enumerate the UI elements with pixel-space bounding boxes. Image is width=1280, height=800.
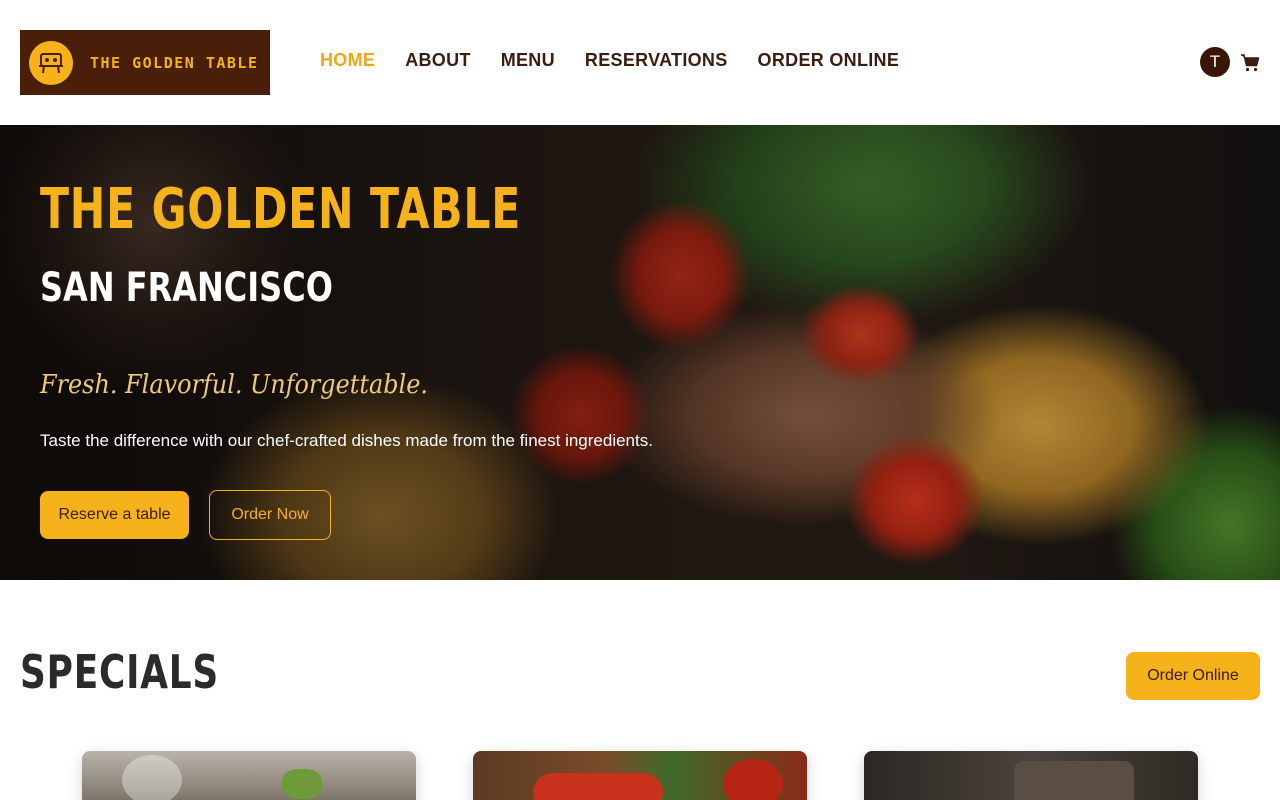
order-now-button[interactable]: Order Now — [209, 490, 331, 540]
special-card-image-detail — [723, 759, 783, 800]
special-card[interactable] — [82, 751, 416, 800]
special-card-image-detail — [282, 769, 322, 799]
hero-tagline: Fresh. Flavorful. Unforgettable. — [40, 370, 428, 400]
special-card-image — [122, 755, 182, 800]
logo-text: THE GOLDEN TABLE — [90, 53, 259, 72]
specials-heading: SPECIALS — [20, 645, 220, 699]
table-icon — [29, 40, 73, 85]
hero-title: THE GOLDEN TABLE — [40, 177, 522, 242]
reserve-table-button[interactable]: Reserve a table — [40, 491, 189, 539]
nav-item-home[interactable]: HOME — [320, 50, 375, 71]
nav-item-reservations[interactable]: RESERVATIONS — [585, 50, 728, 71]
main-nav: HOME ABOUT MENU RESERVATIONS ORDER ONLIN… — [320, 50, 899, 71]
nav-item-menu[interactable]: MENU — [501, 50, 555, 71]
nav-item-about[interactable]: ABOUT — [405, 50, 471, 71]
user-avatar[interactable]: T — [1200, 47, 1230, 77]
site-header: THE GOLDEN TABLE HOME ABOUT MENU RESERVA… — [0, 0, 1280, 125]
special-card[interactable] — [473, 751, 807, 800]
order-online-button[interactable]: Order Online — [1126, 652, 1260, 700]
shopping-cart-icon[interactable] — [1240, 53, 1260, 73]
special-card-image — [533, 773, 663, 800]
brand-logo[interactable]: THE GOLDEN TABLE — [20, 30, 270, 95]
hero-banner: THE GOLDEN TABLE SAN FRANCISCO Fresh. Fl… — [0, 125, 1280, 580]
nav-item-order-online[interactable]: ORDER ONLINE — [758, 50, 900, 71]
hero-description: Taste the difference with our chef-craft… — [40, 431, 653, 450]
hero-subtitle: SAN FRANCISCO — [40, 265, 333, 311]
special-card[interactable] — [864, 751, 1198, 800]
special-card-image — [1014, 761, 1134, 800]
